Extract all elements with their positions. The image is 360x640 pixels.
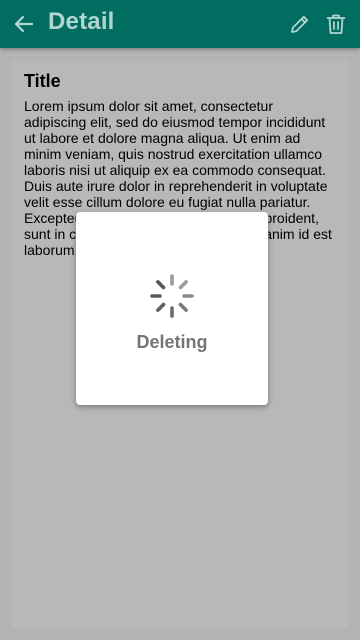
page-title: Detail	[48, 8, 115, 35]
top-app-bar: Detail	[0, 0, 360, 48]
dialog-status-label: Deleting	[136, 332, 208, 352]
edit-button[interactable]	[288, 12, 312, 36]
deleting-dialog: Deleting	[76, 212, 268, 405]
back-button[interactable]	[12, 12, 36, 36]
app-screen: Detail Title Lorem ipsum dolor sit amet,…	[0, 0, 360, 640]
spinner-icon	[150, 274, 194, 318]
pencil-icon	[291, 15, 309, 33]
delete-button[interactable]	[324, 12, 348, 36]
arrow-left-icon	[14, 15, 34, 33]
card-title: Title	[24, 71, 61, 91]
trash-icon	[326, 14, 346, 34]
